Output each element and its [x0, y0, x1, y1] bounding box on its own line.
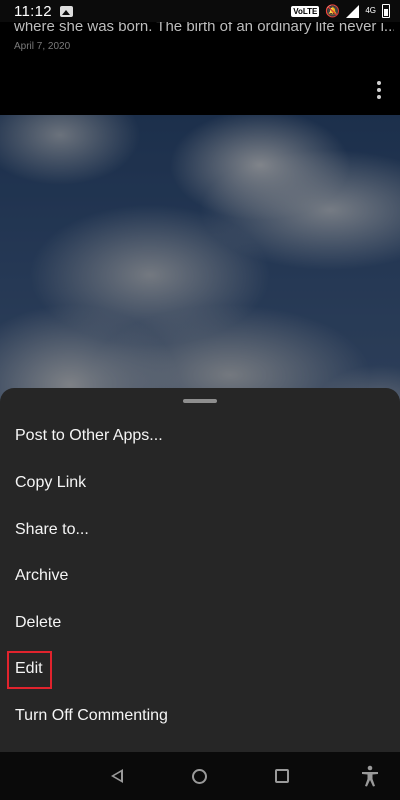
post-image[interactable] — [0, 115, 400, 405]
battery-icon — [382, 4, 390, 18]
recents-icon[interactable] — [275, 769, 289, 783]
back-icon[interactable] — [111, 769, 123, 783]
status-right: VoLTE 🔕 4G — [291, 4, 390, 18]
menu-item-edit[interactable]: Edit — [0, 646, 400, 692]
status-time: 11:12 — [14, 2, 52, 20]
more-options-icon[interactable] — [376, 81, 382, 99]
home-icon[interactable] — [192, 769, 207, 784]
navigation-bar — [0, 752, 400, 800]
options-bottom-sheet: Post to Other Apps... Copy Link Share to… — [0, 388, 400, 752]
status-bar: 11:12 VoLTE 🔕 4G — [0, 0, 400, 22]
dot — [377, 88, 381, 92]
menu-item-delete[interactable]: Delete — [0, 600, 400, 646]
menu-item-archive[interactable]: Archive — [0, 553, 400, 599]
gallery-notification-icon — [59, 5, 73, 17]
status-left: 11:12 — [14, 3, 73, 20]
menu-item-share-to[interactable]: Share to... — [0, 507, 400, 553]
drag-handle[interactable] — [183, 399, 217, 403]
mute-icon: 🔕 — [325, 4, 341, 18]
menu-item-post-to-other-apps[interactable]: Post to Other Apps... — [0, 413, 400, 459]
menu-item-copy-link[interactable]: Copy Link — [0, 460, 400, 506]
menu-item-turn-off-commenting[interactable]: Turn Off Commenting — [0, 693, 400, 739]
accessibility-icon[interactable] — [360, 765, 380, 787]
post-date: April 7, 2020 — [14, 41, 71, 52]
dot — [377, 95, 381, 99]
signal-icon — [346, 4, 360, 18]
edit-highlight-box — [7, 651, 52, 689]
volte-badge: VoLTE — [291, 5, 320, 17]
dot — [377, 81, 381, 85]
network-type: 4G — [365, 6, 376, 15]
